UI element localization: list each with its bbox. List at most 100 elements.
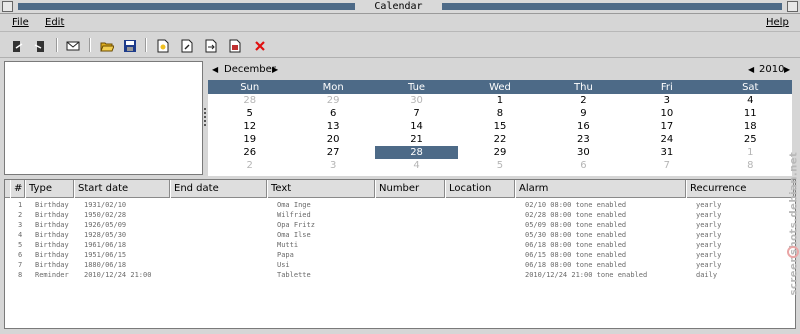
day-cell[interactable]: 6	[542, 159, 625, 172]
day-cell[interactable]: 2	[208, 159, 291, 172]
list-item[interactable]: 5 Birthday 1961/06/18 Mutti 06/18 08:00 tone…	[5, 240, 795, 250]
next-year-icon[interactable]: ▶	[784, 65, 790, 74]
day-cell[interactable]: 24	[625, 133, 708, 146]
day-cell[interactable]: 1	[709, 146, 792, 159]
list-cell	[180, 230, 273, 240]
column-header[interactable]: Start date	[74, 180, 170, 198]
day-cell[interactable]: 22	[458, 133, 541, 146]
day-cell[interactable]: 7	[375, 107, 458, 120]
next-month-icon[interactable]: ▶	[272, 65, 278, 74]
column-header[interactable]: Recurrence	[686, 180, 794, 198]
day-cell[interactable]: 30	[375, 94, 458, 107]
day-cell[interactable]: 10	[625, 107, 708, 120]
list-cell: 05/30 08:00 tone enabled	[525, 231, 627, 239]
menu-file[interactable]: File	[12, 17, 29, 28]
list-item[interactable]: 1 Birthday 1931/02/10 Oma Inge 02/10 08:00 t…	[5, 200, 795, 210]
list-cell	[180, 250, 273, 260]
list-item[interactable]: 4 Birthday 1928/05/30 Oma Ilse 05/30 08:00 t…	[5, 230, 795, 240]
day-cell[interactable]: 3	[291, 159, 374, 172]
day-cell[interactable]: 11	[709, 107, 792, 120]
prev-month-icon[interactable]: ◀	[212, 65, 218, 74]
day-cell[interactable]: 15	[458, 120, 541, 133]
day-cell[interactable]: 30	[542, 146, 625, 159]
day-cell[interactable]: 4	[709, 94, 792, 107]
menu-help[interactable]: Help	[766, 17, 789, 28]
list-cell	[385, 250, 451, 260]
day-cell[interactable]: 26	[208, 146, 291, 159]
day-cell[interactable]: 7	[625, 159, 708, 172]
selected-day-cell[interactable]: 28	[374, 146, 459, 159]
day-cell[interactable]: 31	[625, 146, 708, 159]
column-header[interactable]: Number	[375, 180, 445, 198]
delete-icon[interactable]	[251, 37, 269, 55]
day-cell[interactable]: 25	[709, 133, 792, 146]
list-cell: Reminder	[35, 271, 69, 279]
list-cell: Birthday	[35, 231, 69, 239]
list-item[interactable]: 3 Birthday 1926/05/09 Opa Fritz 05/09 08:00 …	[5, 220, 795, 230]
weekday-header: Sat	[708, 80, 792, 94]
save-icon[interactable]	[121, 37, 139, 55]
day-cell[interactable]: 29	[458, 146, 541, 159]
column-header[interactable]: Type	[25, 180, 74, 198]
print-icon[interactable]	[226, 37, 244, 55]
day-cell[interactable]: 5	[208, 107, 291, 120]
day-cell[interactable]: 29	[291, 94, 374, 107]
day-cell[interactable]: 6	[291, 107, 374, 120]
window-menu-button[interactable]	[2, 1, 13, 12]
day-cell[interactable]: 27	[291, 146, 374, 159]
day-cell[interactable]: 19	[208, 133, 291, 146]
move-entry-icon[interactable]	[202, 37, 220, 55]
column-header[interactable]: Alarm	[515, 180, 686, 198]
mail-icon[interactable]	[64, 37, 82, 55]
day-cell[interactable]: 17	[625, 120, 708, 133]
list-cell: 8	[18, 271, 23, 279]
list-cell	[385, 260, 451, 270]
open-folder-icon[interactable]	[98, 37, 116, 55]
day-cell[interactable]: 4	[375, 159, 458, 172]
prev-year-icon[interactable]: ◀	[748, 65, 754, 74]
left-pane[interactable]	[4, 61, 203, 175]
window-maximize-button[interactable]	[787, 1, 798, 12]
day-cell[interactable]: 20	[291, 133, 374, 146]
list-item[interactable]: 7 Birthday 1880/06/18 Usi 06/18 08:00 tone e…	[5, 260, 795, 270]
list-cell: 06/15 08:00 tone enabled	[525, 251, 627, 259]
export-icon[interactable]	[8, 37, 26, 55]
day-cell[interactable]: 5	[458, 159, 541, 172]
menu-edit[interactable]: Edit	[45, 17, 64, 28]
list-item[interactable]: 2 Birthday 1950/02/28 Wilfried 02/28 08:00 t…	[5, 210, 795, 220]
day-cell[interactable]: 3	[625, 94, 708, 107]
column-header[interactable]: #	[10, 180, 25, 198]
day-cell[interactable]: 14	[375, 120, 458, 133]
day-cell[interactable]: 9	[542, 107, 625, 120]
day-cell[interactable]: 8	[458, 107, 541, 120]
column-header[interactable]: Location	[445, 180, 515, 198]
watermark-logo-icon	[787, 246, 799, 258]
event-list[interactable]: # Type Start date End date Text Number Locatio…	[4, 179, 796, 329]
pane-splitter-handle[interactable]	[204, 108, 206, 130]
list-item[interactable]: 8 Reminder 2010/12/24 21:00 Tablette 2010/12…	[5, 270, 795, 280]
toolbar-separator	[145, 38, 147, 52]
weekday-header: Tue	[374, 80, 459, 94]
day-cell[interactable]: 1	[458, 94, 541, 107]
list-item[interactable]: 6 Birthday 1951/06/15 Papa 06/15 08:00 tone …	[5, 250, 795, 260]
day-cell[interactable]: 23	[542, 133, 625, 146]
day-cell[interactable]: 21	[375, 133, 458, 146]
day-cell[interactable]: 28	[208, 94, 291, 107]
list-cell: 06/18 08:00 tone enabled	[525, 241, 627, 249]
list-cell: 1951/06/15	[84, 251, 127, 259]
list-cell	[455, 250, 521, 260]
day-cell[interactable]: 12	[208, 120, 291, 133]
day-cell[interactable]: 13	[291, 120, 374, 133]
import-icon[interactable]	[31, 37, 49, 55]
edit-entry-icon[interactable]	[178, 37, 196, 55]
column-header[interactable]: End date	[170, 180, 267, 198]
day-cell[interactable]: 2	[542, 94, 625, 107]
day-cell[interactable]: 8	[709, 159, 792, 172]
menu-bar: File Edit Help	[0, 14, 800, 32]
day-cell[interactable]: 16	[542, 120, 625, 133]
new-birthday-icon[interactable]	[154, 37, 172, 55]
list-cell	[455, 220, 521, 230]
day-cell[interactable]: 18	[709, 120, 792, 133]
toolbar-separator	[56, 38, 58, 52]
column-header[interactable]: Text	[267, 180, 375, 198]
